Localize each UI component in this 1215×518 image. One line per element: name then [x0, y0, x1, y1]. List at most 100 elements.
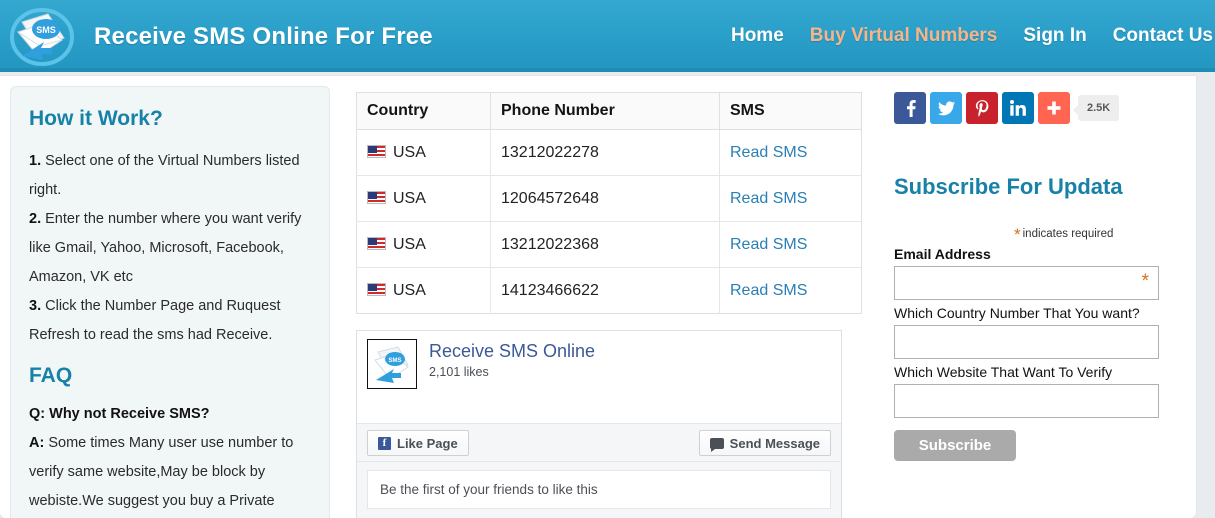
us-flag-icon: [367, 190, 386, 204]
how-it-works-heading: How it Work?: [29, 107, 163, 130]
step-2-number: 2.: [29, 211, 42, 227]
sms-envelope-logo-icon[interactable]: SMS: [8, 4, 76, 66]
read-sms-link[interactable]: Read SMS: [730, 282, 807, 299]
site-header: SMS Receive SMS Online For Free Home Buy…: [0, 0, 1215, 72]
country-label: USA: [393, 143, 426, 161]
website-verify-input[interactable]: [894, 384, 1159, 418]
us-flag-icon: [367, 236, 386, 250]
svg-text:SMS: SMS: [388, 358, 401, 364]
share-count-badge: 2.5K: [1072, 95, 1120, 121]
how-it-works-steps: 1. Select one of the Virtual Numbers lis…: [29, 147, 311, 350]
content-shell: How it Work? 1. Select one of the Virtua…: [0, 76, 1196, 518]
facebook-page-avatar: SMS: [367, 339, 417, 389]
left-sidebar: How it Work? 1. Select one of the Virtua…: [10, 86, 330, 518]
like-page-button[interactable]: f Like Page: [367, 430, 469, 456]
website-verify-label: Which Website That Want To Verify: [894, 364, 1113, 380]
facebook-page-likes: 2,101 likes: [429, 365, 489, 379]
faq-question: Q: Why not Receive SMS?: [29, 406, 210, 422]
facebook-icon: f: [378, 436, 391, 450]
addthis-share-button[interactable]: [1038, 92, 1070, 124]
step-2-text: Enter the number where you want verify l…: [29, 211, 302, 285]
faq-answer-text: Some times Many user use number to verif…: [29, 435, 294, 509]
table-row: USA 12064572648 Read SMS: [356, 175, 862, 222]
country-label: USA: [393, 281, 426, 299]
message-bubble-icon: [709, 437, 724, 452]
nav-item-contact-us[interactable]: Contact Us: [1113, 25, 1213, 47]
linkedin-share-button[interactable]: [1002, 92, 1034, 124]
country-number-label: Which Country Number That You want?: [894, 305, 1140, 321]
cell-sms: Read SMS: [719, 267, 862, 314]
like-page-label: Like Page: [397, 435, 458, 451]
read-sms-link[interactable]: Read SMS: [730, 236, 807, 253]
plus-icon: [1047, 101, 1061, 115]
facebook-page-widget: SMS Receive SMS Online 2,101 likes f Lik…: [356, 330, 842, 518]
pinterest-icon: [975, 99, 988, 117]
step-3-text: Click the Number Page and Ruquest Refres…: [29, 298, 281, 343]
required-asterisk-icon: *: [1014, 225, 1021, 244]
site-title: Receive SMS Online For Free: [94, 23, 433, 50]
column-header-country: Country: [356, 92, 491, 130]
email-address-label: Email Address: [894, 246, 991, 262]
step-3-number: 3.: [29, 298, 42, 314]
nav-item-sign-in[interactable]: Sign In: [1023, 25, 1086, 47]
cell-sms: Read SMS: [719, 129, 862, 176]
center-column: Country Phone Number SMS USA 13212022278…: [356, 92, 864, 518]
facebook-widget-footer: Be the first of your friends to like thi…: [357, 461, 841, 518]
send-message-button[interactable]: Send Message: [698, 430, 831, 456]
facebook-widget-actions: f Like Page Send Message: [357, 423, 841, 461]
table-row: USA 13212022368 Read SMS: [356, 221, 862, 268]
cell-phone-number: 12064572648: [490, 175, 720, 222]
virtual-numbers-table: Country Phone Number SMS USA 13212022278…: [356, 92, 862, 314]
country-label: USA: [393, 235, 426, 253]
faq-answer-prefix: A:: [29, 435, 45, 451]
us-flag-icon: [367, 144, 386, 158]
cell-country: USA: [356, 221, 491, 268]
read-sms-link[interactable]: Read SMS: [730, 190, 807, 207]
nav-item-buy-virtual-numbers[interactable]: Buy Virtual Numbers: [810, 25, 998, 47]
table-row: USA 14123466622 Read SMS: [356, 267, 862, 314]
facebook-icon: [907, 100, 916, 117]
svg-text:SMS: SMS: [36, 25, 56, 35]
cell-phone-number: 13212022368: [490, 221, 720, 268]
read-sms-link[interactable]: Read SMS: [730, 144, 807, 161]
column-header-sms: SMS: [719, 92, 862, 130]
country-label: USA: [393, 189, 426, 207]
facebook-widget-header: SMS Receive SMS Online 2,101 likes: [357, 331, 841, 423]
column-header-phone-number: Phone Number: [490, 92, 720, 130]
us-flag-icon: [367, 282, 386, 296]
email-field-wrapper: *: [894, 262, 1159, 300]
step-1-number: 1.: [29, 153, 42, 169]
required-indicator-note: * indicates required: [894, 225, 1182, 244]
pinterest-share-button[interactable]: [966, 92, 998, 124]
right-sidebar: 2.5K Subscribe For Updata * indicates req…: [894, 92, 1182, 461]
cell-country: USA: [356, 267, 491, 314]
cell-country: USA: [356, 175, 491, 222]
main-nav: Home Buy Virtual Numbers Sign In Contact…: [731, 25, 1215, 47]
cell-sms: Read SMS: [719, 175, 862, 222]
nav-item-home[interactable]: Home: [731, 25, 784, 47]
subscribe-button[interactable]: Subscribe: [894, 430, 1016, 461]
cell-phone-number: 14123466622: [490, 267, 720, 314]
facebook-share-button[interactable]: [894, 92, 926, 124]
table-body: USA 13212022278 Read SMS USA 12064572648…: [356, 129, 862, 314]
facebook-page-name[interactable]: Receive SMS Online: [429, 341, 595, 362]
country-number-input[interactable]: [894, 325, 1159, 359]
twitter-share-button[interactable]: [930, 92, 962, 124]
page-root: SMS Receive SMS Online For Free Home Buy…: [0, 0, 1215, 518]
send-message-label: Send Message: [729, 435, 820, 451]
required-note-text: indicates required: [1022, 228, 1114, 240]
twitter-icon: [937, 100, 955, 115]
email-input[interactable]: [894, 266, 1159, 300]
subscribe-heading: Subscribe For Updata: [894, 174, 1123, 199]
linkedin-icon: [1010, 100, 1026, 116]
table-header-row: Country Phone Number SMS: [356, 92, 862, 130]
facebook-friends-text: Be the first of your friends to like thi…: [367, 470, 831, 509]
faq-heading: FAQ: [29, 364, 73, 387]
cell-country: USA: [356, 129, 491, 176]
social-share-bar: 2.5K: [894, 92, 1182, 124]
cell-sms: Read SMS: [719, 221, 862, 268]
table-row: USA 13212022278 Read SMS: [356, 129, 862, 176]
cell-phone-number: 13212022278: [490, 129, 720, 176]
step-1-text: Select one of the Virtual Numbers listed…: [29, 153, 300, 198]
faq-answer: A: Some times Many user use number to ve…: [29, 429, 311, 516]
